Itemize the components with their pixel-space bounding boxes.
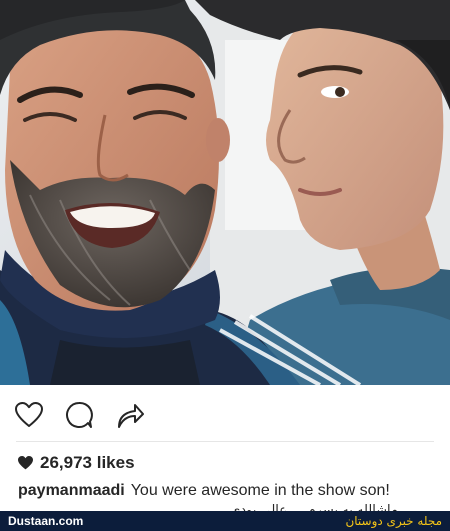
likes-number: 26,973 bbox=[40, 453, 92, 472]
caption-overflow-line: ماشالله به پسرم ... عالی بودی bbox=[230, 503, 398, 511]
caption-text: You were awesome in the show son! bbox=[130, 482, 390, 499]
likes-count: 26,973 likes bbox=[40, 453, 135, 473]
post-actions-bar bbox=[0, 392, 450, 436]
watermark-site: Dustaan.com bbox=[8, 514, 84, 528]
likes-row[interactable]: 26,973 likes bbox=[18, 450, 135, 476]
author-username[interactable]: paymanmaadi bbox=[18, 482, 125, 499]
selfie-image bbox=[0, 0, 450, 385]
actions-divider bbox=[16, 441, 434, 442]
heart-outline-icon bbox=[15, 402, 43, 427]
comment-button[interactable] bbox=[64, 400, 94, 430]
post-caption: paymanmaadi You were awesome in the show … bbox=[18, 482, 448, 500]
likes-label: likes bbox=[96, 453, 135, 472]
share-arrow-icon bbox=[118, 404, 144, 428]
watermark-bar: Dustaan.com مجله خبری دوستان bbox=[0, 511, 450, 531]
watermark-magazine: مجله خبری دوستان bbox=[345, 514, 442, 528]
heart-filled-icon bbox=[18, 456, 33, 470]
post-photo[interactable] bbox=[0, 0, 450, 385]
comment-bubble-icon bbox=[66, 401, 93, 428]
like-button[interactable] bbox=[14, 400, 44, 430]
share-button[interactable] bbox=[115, 400, 145, 430]
